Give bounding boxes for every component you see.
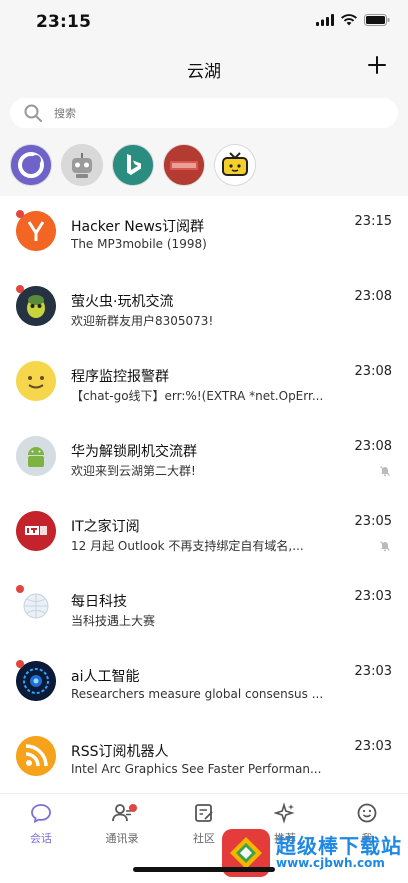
tab-label: 会话 <box>30 832 52 845</box>
unread-dot <box>16 660 24 668</box>
chat-title: 萤火虫·玩机交流 <box>71 294 174 310</box>
mute-bell-icon <box>380 466 390 477</box>
smiley-face-icon <box>16 361 56 401</box>
nav-bar: 云湖 <box>0 44 408 94</box>
chat-row-ai[interactable]: ai人工智能 Researchers measure global consen… <box>0 646 408 721</box>
avatar <box>16 511 56 551</box>
chat-title: Hacker News订阅群 <box>71 219 205 235</box>
story-app-4[interactable] <box>163 144 205 186</box>
add-button[interactable] <box>362 50 392 81</box>
chat-time: 23:08 <box>354 439 392 454</box>
chat-preview: 欢迎新群友用户8305073! <box>71 314 214 328</box>
chat-row-rss-bot[interactable]: RSS订阅机器人 Intel Arc Graphics See Faster P… <box>0 721 408 796</box>
tab-contacts[interactable]: 通讯录 <box>92 802 152 846</box>
battery-icon <box>364 14 390 26</box>
chat-time: 23:08 <box>354 364 392 379</box>
chat-preview: Researchers measure global consensus ... <box>71 687 324 701</box>
chat-time: 23:03 <box>354 664 392 679</box>
smile-icon <box>357 803 377 823</box>
chat-preview: 12 月起 Outlook 不再支持绑定自有域名,... <box>71 539 304 553</box>
unread-dot <box>16 285 24 293</box>
chat-list: Hacker News订阅群 The MP3mobile (1998) 23:1… <box>0 196 408 796</box>
wifi-icon <box>341 14 357 26</box>
robot-icon <box>62 145 102 185</box>
chat-title: RSS订阅机器人 <box>71 744 169 760</box>
notification-badge <box>129 804 137 812</box>
chat-row-daily-tech[interactable]: 每日科技 当科技遇上大赛 23:03 <box>0 571 408 646</box>
pinned-apps-row <box>0 134 408 196</box>
community-icon <box>195 804 213 822</box>
chat-time: 23:05 <box>354 514 392 529</box>
mute-bell-icon <box>380 541 390 552</box>
story-app-2[interactable] <box>61 144 103 186</box>
plus-icon <box>368 56 386 74</box>
page-title: 云湖 <box>187 62 221 82</box>
unread-dot <box>16 210 24 218</box>
chat-time: 23:15 <box>354 214 392 229</box>
status-icons <box>316 14 390 26</box>
watermark-text: 超级棒下载站 <box>276 834 402 859</box>
avatar <box>16 436 56 476</box>
chat-time: 23:03 <box>354 589 392 604</box>
avatar <box>16 736 56 776</box>
bing-icon <box>113 145 153 185</box>
watermark-url: www.cjbwh.com <box>276 856 385 871</box>
chat-title: 华为解锁刷机交流群 <box>71 444 197 460</box>
tab-label: 通讯录 <box>105 832 139 845</box>
story-app-3[interactable] <box>112 144 154 186</box>
chat-preview: 欢迎来到云湖第二大群! <box>71 464 196 478</box>
signal-icon <box>316 14 334 26</box>
chat-row-firefly[interactable]: 萤火虫·玩机交流 欢迎新群友用户8305073! 23:08 <box>0 271 408 346</box>
rss-icon <box>16 736 56 776</box>
chat-preview: 当科技遇上大赛 <box>71 614 156 628</box>
sparkle-icon <box>273 802 295 824</box>
chat-preview: The MP3mobile (1998) <box>71 237 207 251</box>
chat-title: ai人工智能 <box>71 669 140 685</box>
search-icon <box>24 104 42 122</box>
chat-row-hacker-news[interactable]: Hacker News订阅群 The MP3mobile (1998) 23:1… <box>0 196 408 271</box>
search-input[interactable] <box>54 106 354 120</box>
chat-title: IT之家订阅 <box>71 519 140 535</box>
chat-row-ithome[interactable]: IT之家订阅 12 月起 Outlook 不再支持绑定自有域名,... 23:0… <box>0 496 408 571</box>
chat-row-huawei[interactable]: 华为解锁刷机交流群 欢迎来到云湖第二大群! 23:08 <box>0 421 408 496</box>
chat-preview: Intel Arc Graphics See Faster Performan.… <box>71 762 322 776</box>
chat-title: 每日科技 <box>71 594 127 610</box>
news-badge-icon <box>164 145 204 185</box>
chat-time: 23:03 <box>354 739 392 754</box>
tab-chats[interactable]: 会话 <box>11 802 71 846</box>
search-bar[interactable] <box>10 98 398 128</box>
chat-preview: 【chat-go线下】err:%!(EXTRA *net.OpErr... <box>71 389 324 403</box>
home-indicator[interactable] <box>133 867 275 872</box>
chat-bubble-icon <box>31 804 51 824</box>
ithome-logo-icon <box>16 511 56 551</box>
search-area <box>0 94 408 134</box>
status-time: 23:15 <box>36 12 92 32</box>
status-bar: 23:15 <box>0 0 408 44</box>
unread-dot <box>16 585 24 593</box>
chat-row-monitor-alert[interactable]: 程序监控报警群 【chat-go线下】err:%!(EXTRA *net.OpE… <box>0 346 408 421</box>
chat-time: 23:08 <box>354 289 392 304</box>
tv-icon <box>215 145 255 185</box>
avatar <box>16 361 56 401</box>
chat-title: 程序监控报警群 <box>71 369 169 385</box>
story-app-5[interactable] <box>214 144 256 186</box>
rocket-moon-icon <box>11 145 51 185</box>
android-icon <box>16 436 56 476</box>
site-watermark: 超级棒下载站 www.cjbwh.com <box>222 823 408 883</box>
story-app-1[interactable] <box>10 144 52 186</box>
